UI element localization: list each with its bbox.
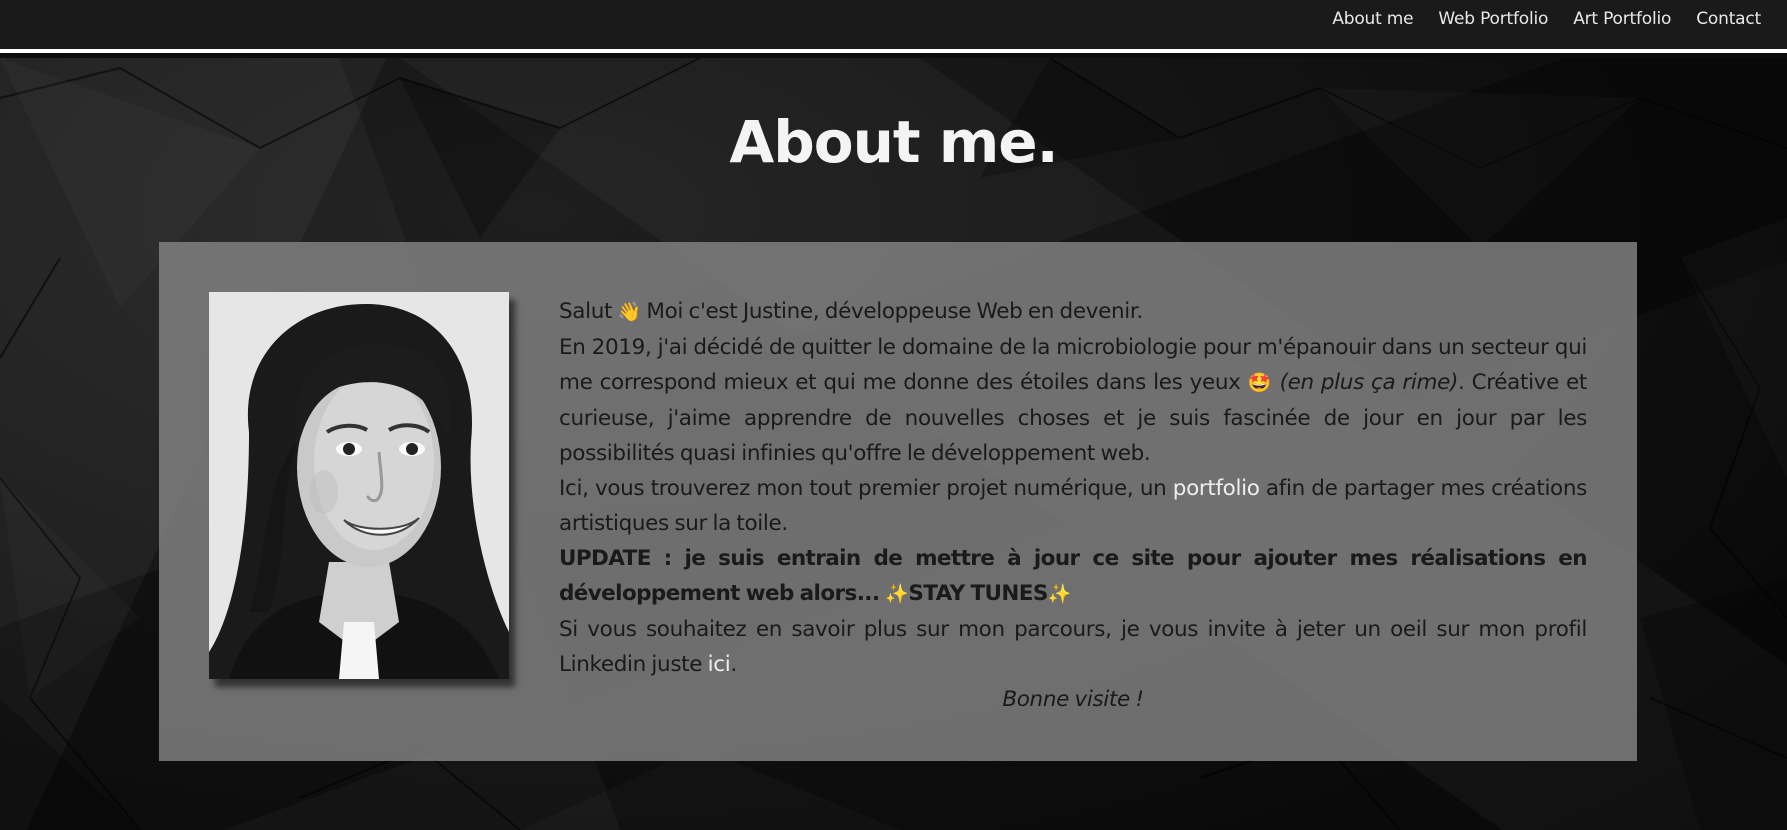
linkedin-rest: . [730, 652, 737, 677]
page-title: About me. [729, 108, 1058, 176]
stay-tunes-text: STAY TUNES [908, 581, 1048, 606]
navbar: About me Web Portfolio Art Portfolio Con… [0, 0, 1787, 53]
greeting-text: Salut [559, 299, 618, 324]
update-paragraph: UPDATE : je suis entrain de mettre à jou… [559, 541, 1588, 612]
greeting-rest: Moi c'est Justine, développeuse Web en d… [640, 299, 1143, 324]
about-text: Salut 👋 Moi c'est Justine, développeuse … [559, 294, 1588, 717]
nav-link-art-portfolio[interactable]: Art Portfolio [1573, 9, 1671, 29]
portfolio-text: Ici, vous trouverez mon tout premier pro… [559, 476, 1173, 501]
nav-link-contact[interactable]: Contact [1696, 9, 1761, 29]
update-text: UPDATE : je suis entrain de mettre à jou… [559, 546, 1588, 606]
signoff-text: Bonne visite ! [1002, 687, 1144, 712]
sparkles-icon: ✨ [885, 583, 909, 605]
nav-link-web-portfolio[interactable]: Web Portfolio [1438, 9, 1548, 29]
career-italic: (en plus ça rime) [1272, 370, 1459, 395]
portrait-image [209, 292, 509, 679]
greeting-paragraph: Salut 👋 Moi c'est Justine, développeuse … [559, 294, 1587, 330]
profile-photo [209, 292, 509, 679]
portfolio-paragraph: Ici, vous trouverez mon tout premier pro… [559, 471, 1587, 541]
linkedin-paragraph: Si vous souhaitez en savoir plus sur mon… [559, 612, 1587, 682]
portfolio-link[interactable]: portfolio [1173, 476, 1260, 501]
career-paragraph: En 2019, j'ai décidé de quitter le domai… [559, 330, 1587, 471]
sparkles-icon-2: ✨ [1047, 583, 1072, 605]
nav-menu: About me Web Portfolio Art Portfolio Con… [1332, 9, 1761, 29]
about-card: Salut 👋 Moi c'est Justine, développeuse … [159, 242, 1637, 761]
linkedin-link[interactable]: ici [708, 652, 731, 677]
star-struck-icon: 🤩 [1247, 372, 1273, 394]
waving-hand-icon: 👋 [617, 301, 642, 323]
nav-link-about-me[interactable]: About me [1332, 9, 1413, 29]
